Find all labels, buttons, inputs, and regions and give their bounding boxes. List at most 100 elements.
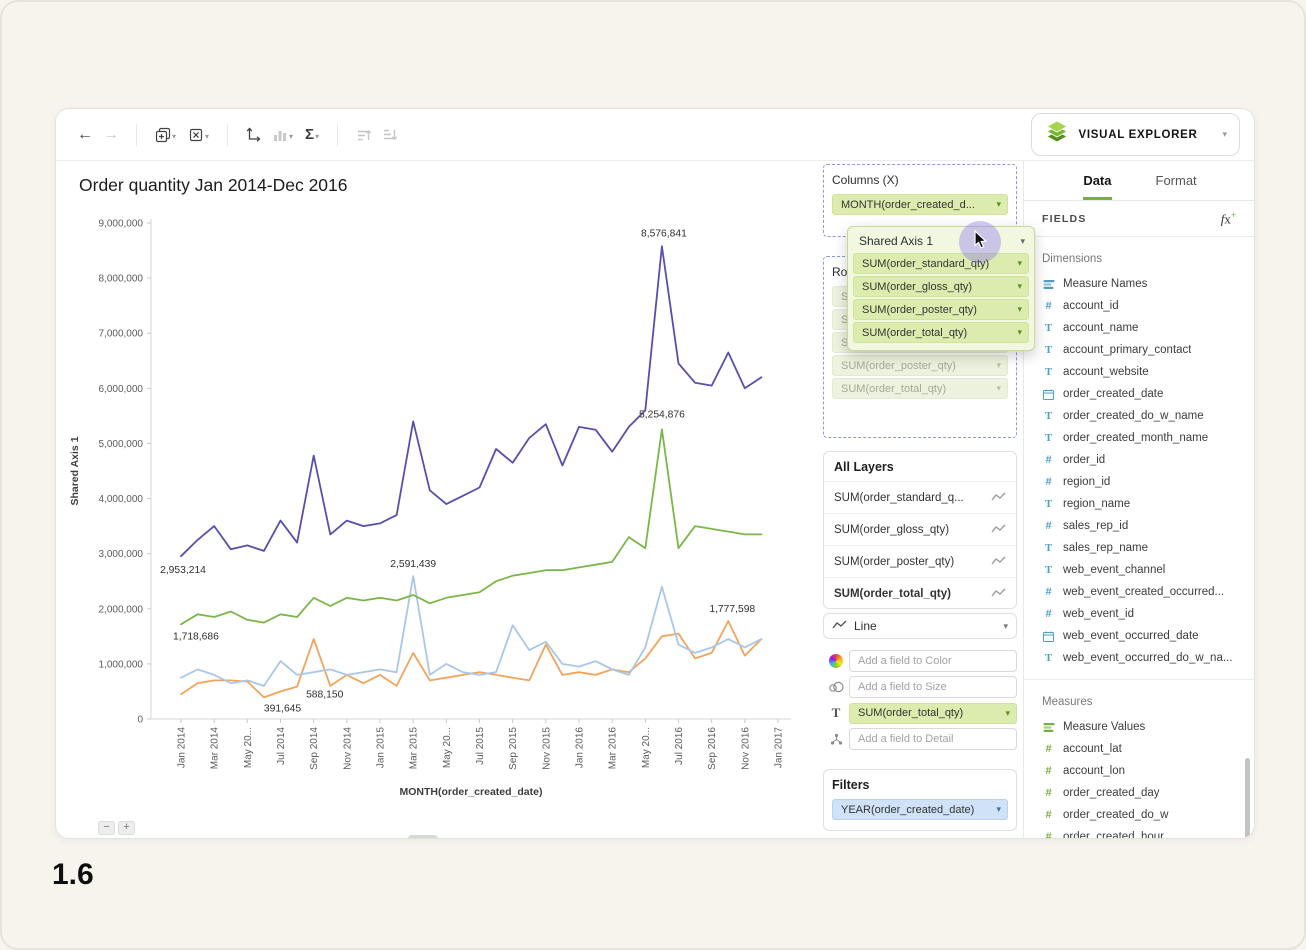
line-chart-icon: [991, 521, 1006, 539]
sort-ascending-button[interactable]: [350, 121, 376, 149]
fields-title: FIELDS: [1042, 213, 1221, 225]
field-label: account_lat: [1063, 743, 1122, 755]
field-label: Measure Values: [1063, 721, 1145, 733]
field-item[interactable]: #order_id: [1024, 449, 1255, 471]
number-icon: #: [1042, 300, 1055, 312]
zoom-out-button[interactable]: −: [98, 821, 115, 835]
popup-measure-pill[interactable]: SUM(order_total_qty)▾: [853, 322, 1029, 343]
field-label: order_created_hour: [1063, 831, 1164, 839]
tab-data[interactable]: Data: [1083, 161, 1111, 200]
swap-axes-button[interactable]: [240, 121, 266, 149]
detail-well: [823, 728, 1017, 750]
all-layers-header: All Layers: [824, 452, 1016, 481]
field-item[interactable]: Measure Names: [1024, 273, 1255, 295]
text-icon: T: [1042, 366, 1055, 378]
field-item[interactable]: Tweb_event_channel: [1024, 559, 1255, 581]
field-label: order_id: [1063, 454, 1105, 466]
rows-field-pill[interactable]: SUM(order_total_qty)▾: [832, 378, 1008, 399]
visual-explorer-menu[interactable]: VISUAL EXPLORER ▾: [1031, 113, 1240, 156]
back-button[interactable]: ←: [72, 121, 98, 149]
bar-chart-icon: [272, 127, 288, 143]
data-panel: Data Format FIELDS fx+ Dimensions Measur…: [1023, 161, 1255, 839]
layer-row[interactable]: SUM(order_standard_q...: [824, 481, 1016, 513]
field-label: sales_rep_id: [1063, 520, 1128, 532]
field-item[interactable]: # order_created_hour: [1024, 826, 1255, 839]
field-item[interactable]: #order_created_day: [1024, 782, 1255, 804]
color-well: [823, 650, 1017, 672]
add-calculated-field-button[interactable]: fx+: [1221, 210, 1236, 227]
field-item[interactable]: Measure Values: [1024, 716, 1255, 738]
field-item[interactable]: Torder_created_month_name: [1024, 427, 1255, 449]
scrollbar-thumb[interactable]: [1245, 758, 1250, 839]
field-item[interactable]: web_event_occurred_date: [1024, 625, 1255, 647]
field-item[interactable]: #account_lat: [1024, 738, 1255, 760]
sort-ascending-icon: [355, 127, 372, 143]
rows-field-pill[interactable]: SUM(order_poster_qty)▾: [832, 355, 1008, 376]
toolbar-divider: [227, 124, 228, 146]
field-item[interactable]: #order_created_do_w: [1024, 804, 1255, 826]
field-item[interactable]: Taccount_website: [1024, 361, 1255, 383]
measure-names-icon: [1042, 279, 1055, 290]
size-field-input[interactable]: [849, 676, 1017, 698]
sort-descending-button[interactable]: [376, 121, 402, 149]
forward-button[interactable]: →: [98, 121, 124, 149]
dimensions-label: Dimensions: [1042, 253, 1255, 265]
chevron-down-icon: ▾: [1017, 305, 1022, 314]
field-label: sales_rep_name: [1063, 542, 1148, 554]
popup-measure-pill[interactable]: SUM(order_poster_qty)▾: [853, 299, 1029, 320]
zoom-in-button[interactable]: +: [118, 821, 135, 835]
line-chart-icon: [991, 553, 1006, 571]
field-item[interactable]: #sales_rep_id: [1024, 515, 1255, 537]
field-label: order_created_day: [1063, 787, 1160, 799]
fit-axes-button[interactable]: ▾: [272, 127, 293, 143]
number-icon: #: [1042, 586, 1055, 598]
layer-row[interactable]: SUM(order_gloss_qty): [824, 513, 1016, 545]
field-item[interactable]: #region_id: [1024, 471, 1255, 493]
text-well: T SUM(order_total_qty) ▾: [823, 702, 1017, 724]
tab-format[interactable]: Format: [1156, 161, 1197, 200]
version-label: 1.6: [52, 858, 94, 892]
chevron-down-icon: ▾: [1222, 130, 1227, 139]
popup-measure-pill[interactable]: SUM(order_gloss_qty)▾: [853, 276, 1029, 297]
text-icon: T: [1042, 542, 1055, 554]
svg-text:2,591,439: 2,591,439: [390, 559, 436, 570]
field-item[interactable]: Tregion_name: [1024, 493, 1255, 515]
svg-text:Jul 2015: Jul 2015: [475, 727, 486, 765]
field-item[interactable]: Tsales_rep_name: [1024, 537, 1255, 559]
svg-text:Jan 2015: Jan 2015: [376, 727, 387, 769]
shared-axis-header[interactable]: Shared Axis 1 ▾: [853, 232, 1029, 253]
field-item[interactable]: #account_id: [1024, 295, 1255, 317]
field-item[interactable]: Torder_created_do_w_name: [1024, 405, 1255, 427]
svg-text:Jul 2016: Jul 2016: [674, 727, 685, 765]
mark-type-select[interactable]: Line ▾: [823, 613, 1017, 639]
color-field-input[interactable]: [849, 650, 1017, 672]
sort-descending-icon: [381, 127, 398, 143]
number-icon: #: [1042, 831, 1055, 839]
pill-label: YEAR(order_created_date): [841, 804, 996, 816]
popup-measure-pill[interactable]: SUM(order_standard_qty)▾: [853, 253, 1029, 274]
svg-text:Mar 2014: Mar 2014: [210, 727, 221, 770]
line-chart-icon: [991, 489, 1006, 507]
duplicate-sheet-button[interactable]: ▾: [155, 127, 176, 143]
text-field-pill[interactable]: SUM(order_total_qty) ▾: [849, 703, 1017, 724]
text-icon: T: [1042, 344, 1055, 356]
columns-field-pill[interactable]: MONTH(order_created_d... ▾: [832, 194, 1008, 215]
clear-sheet-button[interactable]: ▾: [188, 127, 209, 143]
field-item[interactable]: #account_lon: [1024, 760, 1255, 782]
field-item[interactable]: Taccount_primary_contact: [1024, 339, 1255, 361]
field-item[interactable]: Taccount_name: [1024, 317, 1255, 339]
layer-row[interactable]: SUM(order_poster_qty): [824, 545, 1016, 577]
layer-row[interactable]: SUM(order_total_qty): [824, 577, 1016, 609]
field-item[interactable]: #web_event_id: [1024, 603, 1255, 625]
filter-pill[interactable]: YEAR(order_created_date) ▾: [832, 799, 1008, 820]
detail-field-input[interactable]: [849, 728, 1017, 750]
number-icon: #: [1042, 809, 1055, 821]
resize-handle[interactable]: [408, 835, 438, 839]
field-item[interactable]: Tweb_event_occurred_do_w_na...: [1024, 647, 1255, 669]
aggregation-button[interactable]: Σ ▾: [305, 127, 319, 143]
field-label: web_event_id: [1063, 608, 1134, 620]
chart-title: Order quantity Jan 2014-Dec 2016: [79, 175, 348, 196]
field-item[interactable]: order_created_date: [1024, 383, 1255, 405]
line-mark-icon: [832, 617, 847, 635]
field-item[interactable]: #web_event_created_occurred...: [1024, 581, 1255, 603]
